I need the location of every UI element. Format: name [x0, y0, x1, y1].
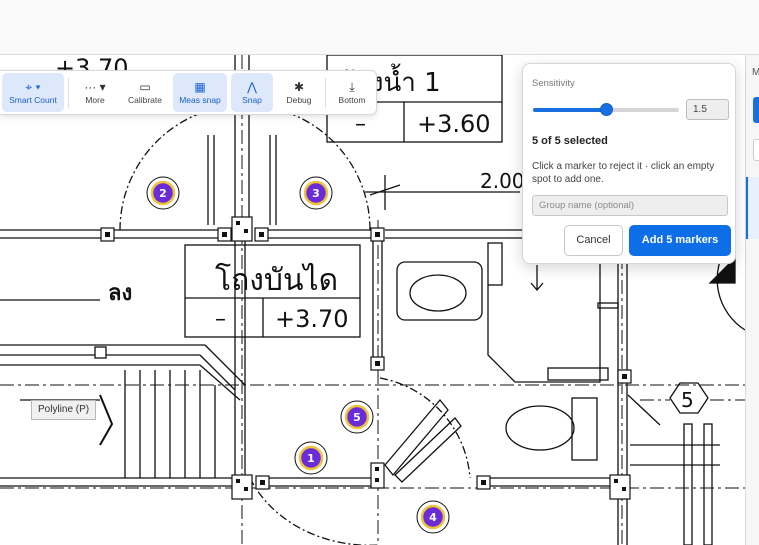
- tool-tooltip: Polyline (P): [31, 400, 97, 420]
- add-markers-button[interactable]: Add 5 markers: [629, 225, 731, 256]
- more-button[interactable]: ··· ▾ More: [73, 73, 117, 112]
- more-icon: ··· ▾: [84, 80, 106, 94]
- selected-count: 5 of 5 selected: [532, 135, 608, 147]
- count-marker[interactable]: 3: [299, 176, 333, 210]
- bottom-button[interactable]: ⤓ Bottom: [330, 73, 374, 112]
- count-marker[interactable]: 4: [416, 500, 450, 534]
- smart-count-popover: Sensitivity 1.5 5 of 5 selected Click a …: [522, 63, 736, 264]
- sensitivity-label: Sensitivity: [532, 78, 575, 89]
- meas-snap-button[interactable]: ▦ Meas snap: [173, 73, 227, 112]
- sensitivity-value-input[interactable]: 1.5: [686, 99, 729, 120]
- download-icon: ⤓: [349, 80, 355, 94]
- group-name-input[interactable]: Group name (optional): [532, 195, 728, 216]
- right-panel: M: [745, 55, 759, 545]
- stair-room-dash: –: [215, 307, 226, 332]
- grid-icon: ▦: [194, 80, 206, 94]
- more-label: More: [85, 95, 105, 105]
- stair-room-name: โถงบันได: [215, 262, 338, 298]
- snap-label: Snap: [242, 95, 262, 105]
- stair-room-level: +3.70: [275, 305, 349, 333]
- smart-count-icon: ⌖ ▾: [25, 80, 41, 94]
- marker-number: 5: [353, 411, 361, 424]
- count-marker[interactable]: 1: [294, 441, 328, 475]
- meas-snap-label: Meas snap: [179, 95, 221, 105]
- smart-count-label: Smart Count: [9, 95, 57, 105]
- help-text: Click a marker to reject it · click an e…: [532, 161, 715, 185]
- marker-number: 3: [312, 187, 320, 200]
- toolbar-separator: [68, 77, 69, 108]
- debug-button[interactable]: ✱ Debug: [277, 73, 321, 112]
- grid-bubble-label: 5: [681, 388, 694, 412]
- right-panel-tab[interactable]: [746, 177, 759, 239]
- bath-room-dash: –: [355, 112, 366, 137]
- dimension-label: 2.00: [480, 169, 525, 193]
- calibrate-label: Calibrate: [127, 95, 163, 105]
- ruler-icon: ▭: [139, 80, 151, 94]
- bath-room-level: +3.60: [417, 110, 491, 138]
- count-marker[interactable]: 5: [340, 400, 374, 434]
- slider-thumb[interactable]: [600, 103, 613, 116]
- down-label: ลง: [108, 281, 132, 306]
- cancel-button[interactable]: Cancel: [564, 225, 623, 256]
- toolbar-separator: [325, 77, 326, 108]
- floating-toolbar: ⌖ ▾ Smart Count ··· ▾ More ▭ Calibrate ▦…: [0, 70, 377, 115]
- marker-number: 1: [307, 452, 315, 465]
- snap-icon: ⋀: [247, 80, 257, 94]
- debug-label: Debug: [286, 95, 312, 105]
- marker-number: 4: [429, 511, 437, 524]
- right-panel-label: M: [752, 67, 759, 78]
- sensitivity-slider[interactable]: [533, 103, 679, 116]
- right-panel-primary-button[interactable]: [753, 97, 759, 123]
- top-bar: [0, 0, 759, 55]
- marker-number: 2: [159, 187, 167, 200]
- snap-button[interactable]: ⋀ Snap: [231, 73, 273, 112]
- count-marker[interactable]: 2: [146, 176, 180, 210]
- slider-fill: [533, 108, 606, 112]
- smart-count-button[interactable]: ⌖ ▾ Smart Count: [2, 73, 64, 112]
- calibrate-button[interactable]: ▭ Calibrate: [121, 73, 169, 112]
- bottom-label: Bottom: [338, 95, 366, 105]
- bug-icon: ✱: [293, 80, 305, 94]
- right-panel-field[interactable]: [753, 139, 759, 161]
